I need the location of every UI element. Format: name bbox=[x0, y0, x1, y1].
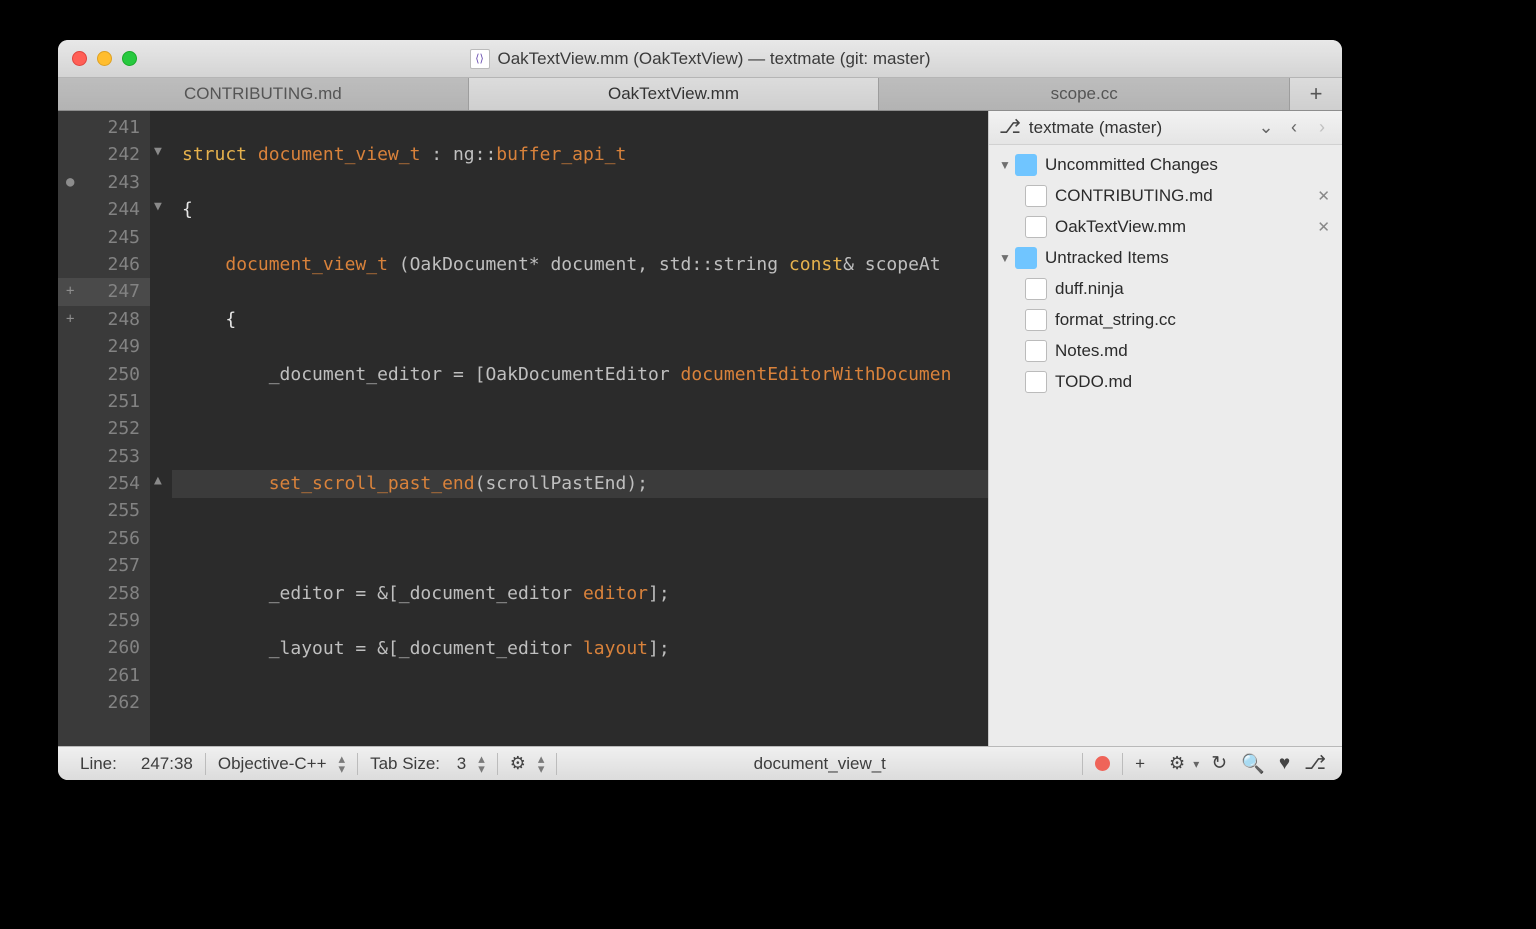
scm-sidebar: ⎇ textmate (master) ⌄ ‹ › ▼ Uncommitted … bbox=[988, 111, 1342, 746]
gutter[interactable]: 241 242 ●243 244 245 246 +247 +248 249 2… bbox=[58, 111, 150, 746]
nav-back-icon[interactable]: ‹ bbox=[1280, 117, 1308, 138]
record-icon bbox=[1095, 756, 1110, 771]
code-editor[interactable]: 241 242 ●243 244 245 246 +247 +248 249 2… bbox=[58, 111, 988, 746]
fold-open-icon: ▼ bbox=[150, 193, 172, 220]
file-icon bbox=[1025, 309, 1047, 331]
scm-file-notes[interactable]: Notes.md bbox=[989, 335, 1342, 366]
status-line-position[interactable]: 247:38 bbox=[129, 747, 205, 780]
reload-icon[interactable]: ↻ bbox=[1211, 752, 1227, 775]
status-add-button[interactable]: + bbox=[1123, 747, 1157, 780]
tab-scope[interactable]: scope.cc bbox=[879, 78, 1290, 110]
scm-file-duff[interactable]: duff.ninja bbox=[989, 273, 1342, 304]
fold-column[interactable]: ▼ ▼ ▲ bbox=[150, 111, 172, 746]
scm-file-contributing[interactable]: CONTRIBUTING.md ✕ bbox=[989, 180, 1342, 211]
file-icon bbox=[1025, 371, 1047, 393]
scm-file-todo[interactable]: TODO.md bbox=[989, 366, 1342, 397]
file-icon bbox=[1025, 216, 1047, 238]
nav-forward-icon[interactable]: › bbox=[1308, 117, 1336, 138]
scm-group-uncommitted[interactable]: ▼ Uncommitted Changes bbox=[989, 149, 1342, 180]
fold-open-icon: ▼ bbox=[150, 138, 172, 165]
status-bar: Line: 247:38 Objective-C++ ▴▾ Tab Size: … bbox=[58, 746, 1342, 780]
status-symbol-select[interactable]: document_view_t bbox=[557, 747, 1082, 780]
gear-icon: ⚙ bbox=[1169, 753, 1185, 774]
status-bundle-gear[interactable]: ⚙ ▴▾ bbox=[498, 747, 557, 780]
scm-header[interactable]: ⎇ textmate (master) ⌄ ‹ › bbox=[989, 111, 1342, 145]
window-minimize-button[interactable] bbox=[97, 51, 112, 66]
status-line-label: Line: bbox=[68, 747, 129, 780]
gear-icon: ⚙ bbox=[510, 753, 526, 774]
title-bar: ⟨⟩ OakTextView.mm (OakTextView) — textma… bbox=[58, 40, 1342, 78]
code-area[interactable]: struct document_view_t : ng::buffer_api_… bbox=[172, 111, 988, 746]
file-icon bbox=[1025, 185, 1047, 207]
window-title-text: OakTextView.mm (OakTextView) — textmate … bbox=[498, 49, 931, 69]
disclosure-triangle-icon[interactable]: ▼ bbox=[999, 158, 1015, 172]
status-recording[interactable] bbox=[1083, 747, 1122, 780]
window-zoom-button[interactable] bbox=[122, 51, 137, 66]
tab-oaktextview[interactable]: OakTextView.mm bbox=[469, 78, 880, 110]
bookmark-icon: ● bbox=[66, 169, 74, 196]
folder-icon bbox=[1015, 154, 1037, 176]
scm-file-oaktextview[interactable]: OakTextView.mm ✕ bbox=[989, 211, 1342, 242]
status-tab-size[interactable]: Tab Size: 3 ▴▾ bbox=[358, 747, 497, 780]
select-arrows-icon: ▴▾ bbox=[339, 755, 346, 773]
scm-icon[interactable]: ⎇ bbox=[1304, 752, 1326, 775]
select-arrows-icon: ▴▾ bbox=[538, 755, 545, 773]
scm-group-untracked[interactable]: ▼ Untracked Items bbox=[989, 242, 1342, 273]
file-icon: ⟨⟩ bbox=[470, 49, 490, 69]
chevron-down-icon[interactable]: ⌄ bbox=[1252, 117, 1280, 138]
scm-repo-label: textmate (master) bbox=[1029, 118, 1162, 138]
tab-bar: CONTRIBUTING.md OakTextView.mm scope.cc … bbox=[58, 78, 1342, 111]
favorite-icon[interactable]: ♥ bbox=[1279, 753, 1290, 775]
diff-add-icon: + bbox=[66, 278, 74, 305]
select-arrows-icon: ▴▾ bbox=[478, 755, 485, 773]
traffic-lights bbox=[72, 51, 137, 66]
discard-icon[interactable]: ✕ bbox=[1313, 218, 1334, 236]
tab-contributing[interactable]: CONTRIBUTING.md bbox=[58, 78, 469, 110]
chevron-down-icon: ▾ bbox=[1193, 757, 1199, 771]
plus-icon: + bbox=[1135, 754, 1145, 774]
tab-add-button[interactable]: + bbox=[1290, 78, 1342, 110]
file-icon bbox=[1025, 340, 1047, 362]
fold-close-icon: ▲ bbox=[150, 467, 172, 494]
app-window: ⟨⟩ OakTextView.mm (OakTextView) — textma… bbox=[58, 40, 1342, 780]
scm-file-formatstring[interactable]: format_string.cc bbox=[989, 304, 1342, 335]
disclosure-triangle-icon[interactable]: ▼ bbox=[999, 251, 1015, 265]
folder-icon bbox=[1015, 247, 1037, 269]
git-branch-icon: ⎇ bbox=[999, 116, 1021, 139]
diff-add-icon: + bbox=[66, 306, 74, 333]
file-icon bbox=[1025, 278, 1047, 300]
status-language-select[interactable]: Objective-C++ ▴▾ bbox=[206, 747, 357, 780]
status-settings-gear[interactable]: ⚙ ▾ bbox=[1157, 747, 1211, 780]
scm-tree: ▼ Uncommitted Changes CONTRIBUTING.md ✕ … bbox=[989, 145, 1342, 401]
status-right-icons: ↻ 🔍 ♥ ⎇ bbox=[1211, 752, 1332, 776]
discard-icon[interactable]: ✕ bbox=[1313, 187, 1334, 205]
window-title: ⟨⟩ OakTextView.mm (OakTextView) — textma… bbox=[58, 49, 1342, 69]
search-icon[interactable]: 🔍 bbox=[1241, 752, 1265, 776]
main-area: 241 242 ●243 244 245 246 +247 +248 249 2… bbox=[58, 111, 1342, 746]
window-close-button[interactable] bbox=[72, 51, 87, 66]
